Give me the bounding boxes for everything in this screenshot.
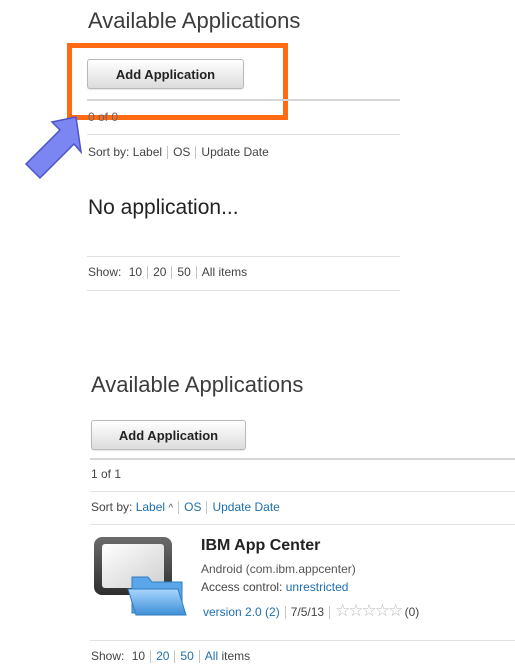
top-divider (87, 99, 400, 101)
sort-by-label: Sort by: (88, 145, 130, 159)
access-control: Access control: unrestricted (201, 580, 348, 594)
show-20[interactable]: 20 (153, 265, 166, 279)
separator (167, 146, 169, 160)
show-bar: Show: 10 20 50 All items (88, 265, 248, 280)
access-control-label: Access control: (201, 580, 283, 594)
divider (87, 290, 400, 291)
top-divider (90, 458, 515, 460)
separator (150, 650, 152, 664)
items-label: items (221, 649, 251, 663)
show-all[interactable]: All (202, 265, 215, 279)
sort-by-label: Sort by: (91, 500, 133, 514)
sort-bar: Sort by: Label OS Update Date (88, 145, 269, 160)
sort-update-date[interactable]: Update Date (201, 145, 268, 159)
tablet-folder-icon[interactable] (92, 533, 188, 617)
show-50[interactable]: 50 (180, 649, 193, 663)
app-platform: Android (com.ibm.appcenter) (201, 562, 356, 576)
sort-update-date[interactable]: Update Date (212, 500, 279, 514)
show-10[interactable]: 10 (129, 265, 142, 279)
version-link[interactable]: version 2.0 (2) (203, 605, 280, 619)
separator (284, 606, 286, 620)
show-label: Show: (88, 265, 122, 279)
separator (206, 501, 208, 515)
separator (178, 501, 180, 515)
add-application-button[interactable]: Add Application (91, 420, 246, 450)
sort-os[interactable]: OS (173, 145, 190, 159)
empty-message: No application... (88, 196, 239, 219)
sort-ascending-icon: ^ (168, 503, 174, 514)
sort-os[interactable]: OS (184, 500, 201, 514)
result-count: 1 of 1 (91, 467, 122, 481)
access-control-value[interactable]: unrestricted (286, 580, 349, 594)
app-name[interactable]: IBM App Center (201, 537, 320, 555)
separator (195, 146, 197, 160)
app-meta: version 2.0 (2) 7/5/13 ☆☆☆☆☆ (0) (203, 601, 419, 621)
separator (171, 266, 173, 280)
items-label: items (218, 265, 248, 279)
separator (147, 266, 149, 280)
separator (329, 606, 331, 620)
sort-label[interactable]: Label (133, 145, 162, 159)
show-50[interactable]: 50 (177, 265, 190, 279)
page-title: Available Applications (91, 372, 304, 397)
rating-count: (0) (404, 605, 420, 619)
show-20[interactable]: 20 (156, 649, 169, 663)
rating-stars-icon[interactable]: ☆☆☆☆☆ (335, 601, 403, 620)
divider (90, 491, 515, 492)
separator (198, 650, 200, 664)
divider (90, 640, 515, 641)
separator (195, 266, 197, 280)
divider (87, 134, 400, 135)
update-date: 7/5/13 (290, 605, 325, 619)
show-label: Show: (91, 649, 125, 663)
show-bar: Show: 10 20 50 All items (91, 649, 251, 664)
divider (87, 256, 400, 257)
divider (90, 524, 515, 525)
page-title: Available Applications (88, 8, 301, 33)
sort-label[interactable]: Label (136, 500, 165, 514)
show-10[interactable]: 10 (132, 649, 145, 663)
pointer-arrow-icon (18, 112, 90, 184)
highlight-box (67, 43, 288, 120)
result-count: 0 of 0 (88, 110, 119, 124)
sort-bar: Sort by: Label ^ OS Update Date (91, 500, 280, 515)
show-all[interactable]: All (205, 649, 218, 663)
separator (174, 650, 176, 664)
